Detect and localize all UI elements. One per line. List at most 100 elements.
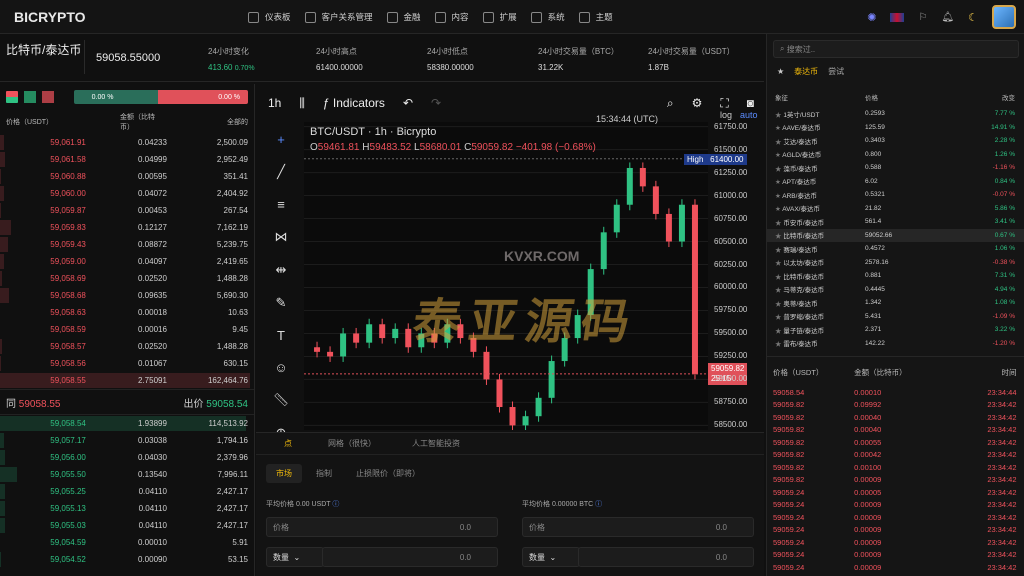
orderbook-row[interactable]: 59,058.56 0.01067 630.15 (0, 355, 254, 372)
buy-qty-input[interactable]: 0.0 (322, 547, 498, 567)
candles-svg (304, 126, 708, 431)
price-axis[interactable]: log auto High 61400.00 59059.82 25:15 617… (684, 110, 764, 430)
book-asks-icon[interactable] (41, 91, 54, 103)
orderbook-row[interactable]: 59,059.00 0.04097 2,419.65 (0, 253, 254, 270)
log-toggle[interactable]: log (720, 110, 732, 120)
price-chart[interactable]: BTC/USDT · 1h · Bicrypto 15:34:44 (UTC) … (304, 114, 708, 431)
flag-icon[interactable]: ⚐ (918, 12, 927, 23)
market-row[interactable]: ★ AGLD/泰达币 0.800 1.26 % (767, 148, 1024, 162)
market-row[interactable]: ★ 雷布/泰达币 142.22 -1.20 % (767, 337, 1024, 347)
market-row[interactable]: ★ 量子链/泰达币 2.371 3.22 % (767, 323, 1024, 337)
orderbook-row[interactable]: 59,054.59 0.00010 5.91 (0, 534, 254, 551)
orderbook-row[interactable]: 59,055.13 0.04110 2,427.17 (0, 500, 254, 517)
market-row[interactable]: ★ 以太坊/泰达币 2578.16 -0.38 % (767, 256, 1024, 270)
crosshair-icon[interactable]: + (277, 132, 285, 147)
ruler-icon[interactable]: 📏︎ (273, 392, 290, 408)
sell-qty-select[interactable]: 数量 ⌄ (522, 547, 580, 567)
market-row[interactable]: ★ AAVE/泰达币 125.59 14.91 % (767, 121, 1024, 135)
undo-icon[interactable]: ↶ (403, 96, 413, 110)
stat-change: 24小时变化 413.60 0.70% (208, 47, 255, 72)
type-limit[interactable]: 指制 (306, 464, 342, 483)
nav-item-4[interactable]: 扩展 (482, 0, 517, 34)
emoji-icon[interactable]: ☺ (274, 360, 287, 375)
market-row[interactable]: ★ 奥蒂/泰达币 1.342 1.08 % (767, 296, 1024, 310)
bell-icon[interactable]: 🔔︎ (941, 12, 954, 23)
text-icon[interactable]: T (277, 328, 285, 343)
projection-icon[interactable]: ⇹ (276, 262, 287, 278)
orderbook-row[interactable]: 59,056.00 0.04030 2,379.96 (0, 449, 254, 466)
orderbook-row[interactable]: 59,058.59 0.00016 9.45 (0, 321, 254, 338)
orderbook-row[interactable]: 59,057.17 0.03038 1,794.16 (0, 432, 254, 449)
nav-item-5[interactable]: 系统 (530, 0, 565, 34)
market-row[interactable]: ★ 普罗缩/泰达币 5.431 -1.09 % (767, 310, 1024, 324)
orderbook-row[interactable]: 59,055.03 0.04110 2,427.17 (0, 517, 254, 534)
book-bids-icon[interactable] (23, 91, 36, 103)
settings-icon[interactable]: ⚙ (692, 96, 703, 110)
orderbook-row[interactable]: 59,061.58 0.04999 2,952.49 (0, 151, 254, 168)
fullscreen-icon[interactable]: ⛶ (720, 96, 728, 111)
market-row[interactable]: ★ ARB/泰达币 0.5321 -0.07 % (767, 188, 1024, 202)
fib-icon[interactable]: ≡ (277, 197, 285, 212)
search-icon[interactable]: ⌕ (667, 96, 674, 111)
orderbook-row[interactable]: 59,059.83 0.12127 7,162.19 (0, 219, 254, 236)
camera-icon[interactable]: ◙ (747, 96, 754, 110)
candle-type-icon[interactable]: ⫼ (299, 96, 305, 111)
brush-icon[interactable]: ✎ (276, 295, 287, 311)
orderbook-row[interactable]: 59,058.57 0.02520 1,488.28 (0, 338, 254, 355)
flag-uk-icon[interactable] (890, 12, 905, 22)
orderbook-row[interactable]: 59,060.88 0.00595 351.41 (0, 168, 254, 185)
market-row[interactable]: ★ 马蒂克/泰达币 0.4445 4.94 % (767, 283, 1024, 297)
tab-usdt[interactable]: 泰达币 (794, 66, 818, 77)
orderbook-row[interactable]: 59,058.54 1.93899 114,513.92 (0, 415, 254, 432)
sell-price-input[interactable]: 价格 0.0 (522, 517, 754, 537)
type-market[interactable]: 市场 (266, 463, 302, 483)
orderbook-row[interactable]: 59,059.87 0.00453 267.54 (0, 202, 254, 219)
stat-high: 24小时高点 61400.00000 (316, 47, 363, 72)
tab-ai[interactable]: 人工智能投资 (412, 438, 460, 449)
orderbook-row[interactable]: 59,061.91 0.04233 2,500.09 (0, 134, 254, 151)
market-row[interactable]: ★ 比特币/泰达币 59052.66 0.67 % (767, 228, 1024, 242)
nav-item-0[interactable]: 仪表板 (248, 0, 291, 34)
buy-qty-select[interactable]: 数量 ⌄ (266, 547, 324, 567)
market-row[interactable]: ★ APT/泰达币 6.02 0.84 % (767, 175, 1024, 189)
avatar[interactable] (992, 5, 1016, 29)
market-row[interactable]: ★ 藻币/泰达币 0.588 -1.16 % (767, 161, 1024, 175)
market-search-input[interactable]: ⌕ 搜索过.. (773, 40, 1019, 58)
buy-price-input[interactable]: 价格 0.0 (266, 517, 498, 537)
market-row[interactable]: ★ 币安币/泰达币 561.4 3.41 % (767, 215, 1024, 229)
orderbook-row[interactable]: 59,059.43 0.08872 5,239.75 (0, 236, 254, 253)
orderbook-row[interactable]: 59,060.00 0.04072 2,404.92 (0, 185, 254, 202)
orderbook-row[interactable]: 59,058.63 0.00018 10.63 (0, 304, 254, 321)
pair-title[interactable]: 比特币/泰达币 (6, 42, 82, 58)
nav-item-1[interactable]: 客户关系管理 (304, 0, 373, 34)
market-row[interactable]: ★ 比特币/泰达币 0.881 7.31 % (767, 269, 1024, 283)
orderbook-row[interactable]: 59,058.69 0.02520 1,488.28 (0, 270, 254, 287)
pattern-icon[interactable]: ⋈ (275, 229, 288, 245)
orderbook-row[interactable]: 59,058.68 0.09635 5,690.30 (0, 287, 254, 304)
interval-selector[interactable]: 1h (268, 96, 281, 110)
dark-mode-icon[interactable]: ☾ (968, 11, 978, 24)
market-row[interactable]: ★ 赛瑞/泰达币 0.4572 1.06 % (767, 242, 1024, 256)
market-row[interactable]: ★ 1英寸/USDT 0.2593 7.77 % (767, 107, 1024, 121)
market-row[interactable]: ★ 艾达/泰达币 0.3403 2.28 % (767, 134, 1024, 148)
star-icon[interactable]: ★ (777, 67, 784, 76)
palette-icon[interactable]: ✺ (867, 11, 876, 24)
book-both-icon[interactable] (6, 91, 18, 103)
tab-grid[interactable]: 网格（很快） (328, 438, 376, 449)
indicators-button[interactable]: ƒ Indicators (323, 96, 385, 110)
orderbook-row[interactable]: 59,058.55 2.75091 162,464.76 (0, 372, 254, 389)
orderbook-row[interactable]: 59,055.25 0.04110 2,427.17 (0, 483, 254, 500)
market-row[interactable]: ★ AVAX/泰达币 21.82 5.86 % (767, 202, 1024, 216)
type-stop-limit[interactable]: 止损限价（即将） (346, 464, 430, 483)
tab-spot[interactable]: 点 (284, 438, 292, 449)
auto-toggle[interactable]: auto (740, 110, 758, 120)
orderbook-row[interactable]: 59,054.52 0.00090 53.15 (0, 551, 254, 568)
tab-try[interactable]: 尝试 (828, 66, 844, 77)
nav-item-3[interactable]: 内容 (434, 0, 469, 34)
app-logo[interactable]: BICRYPTO (14, 9, 86, 25)
trendline-icon[interactable]: ╱ (277, 164, 285, 180)
nav-item-6[interactable]: 主题 (578, 0, 613, 34)
sell-qty-input[interactable]: 0.0 (578, 547, 754, 567)
nav-item-2[interactable]: 金融 (386, 0, 421, 34)
orderbook-row[interactable]: 59,055.50 0.13540 7,996.11 (0, 466, 254, 483)
